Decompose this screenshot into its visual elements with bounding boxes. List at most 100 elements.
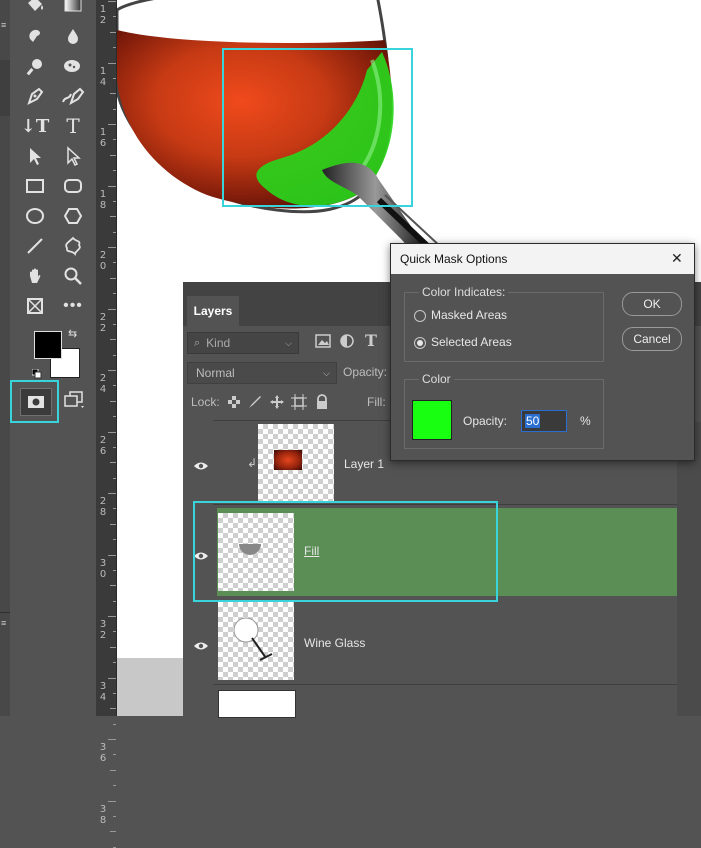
zoom-icon[interactable] — [60, 264, 86, 288]
lock-artboard-icon[interactable] — [291, 394, 307, 410]
hand-icon[interactable] — [22, 264, 48, 288]
ruler-tick — [108, 1, 116, 2]
fill-layer-highlight — [193, 501, 498, 602]
layer-filter-dropdown[interactable]: ⌕ Kind ⌵ — [187, 332, 299, 354]
ruler-number: 3 — [99, 619, 107, 630]
mask-color-swatch[interactable] — [412, 400, 452, 440]
ruler-tick — [110, 585, 116, 587]
path-selection-icon[interactable] — [22, 144, 48, 168]
ruler-tick — [110, 31, 116, 33]
lock-all-icon[interactable] — [315, 394, 329, 410]
ruler-tick — [113, 508, 116, 510]
dodge-icon[interactable] — [22, 54, 48, 78]
ruler-number: 1 — [99, 65, 107, 77]
ruler-number: 2 — [99, 311, 107, 323]
lock-pixels-icon[interactable] — [247, 394, 263, 410]
ruler-number: 2 — [99, 373, 107, 384]
ruler-tick — [113, 600, 116, 602]
custom-shape-icon[interactable] — [60, 234, 86, 258]
ruler-tick — [113, 16, 116, 18]
ruler-number: 4 — [99, 76, 107, 88]
lock-position-icon[interactable] — [269, 394, 285, 410]
ruler-tick — [108, 616, 116, 617]
filter-type-icon[interactable]: T — [365, 331, 381, 350]
panel-collapse-strip[interactable]: ≡ ≡ — [0, 0, 10, 716]
ok-button[interactable]: OK — [622, 292, 682, 316]
eye-icon[interactable] — [193, 638, 209, 650]
ruler-tick — [113, 723, 116, 725]
ruler-number: 4 — [99, 384, 107, 395]
ruler-tick — [113, 108, 116, 110]
eye-icon[interactable] — [193, 458, 209, 470]
frame-icon[interactable] — [22, 294, 48, 318]
selected-areas-radio[interactable] — [414, 337, 426, 349]
masked-areas-radio[interactable] — [414, 310, 426, 322]
rounded-rectangle-icon[interactable] — [60, 174, 86, 198]
layer-row-wine-glass[interactable]: Wine Glass — [183, 600, 677, 684]
clipping-arrow-icon: ↲ — [247, 456, 258, 470]
layers-scrollbar[interactable] — [677, 422, 701, 716]
horizontal-type-icon[interactable]: T — [60, 114, 86, 138]
pen-icon[interactable] — [22, 84, 48, 108]
direct-selection-icon[interactable] — [60, 144, 86, 168]
more-tools-icon[interactable]: ••• — [60, 294, 86, 318]
ellipse-icon[interactable] — [22, 204, 48, 228]
quick-mask-options-dialog: Quick Mask Options ✕ Color Indicates: Ma… — [390, 243, 695, 461]
line-icon[interactable] — [22, 234, 48, 258]
gradient-icon[interactable] — [60, 0, 86, 16]
paint-bucket-icon[interactable] — [22, 0, 48, 16]
tab-layers[interactable]: Layers — [187, 296, 239, 326]
ruler-tick — [108, 739, 116, 740]
layer-name[interactable]: Layer 1 — [344, 457, 384, 471]
blend-mode-dropdown[interactable]: Normal ⌵ — [187, 362, 337, 384]
ruler-tick — [108, 124, 116, 125]
ruler-tick — [113, 631, 116, 633]
filter-adjustment-icon[interactable] — [339, 334, 355, 348]
rectangle-icon[interactable] — [22, 174, 48, 198]
ruler-tick — [113, 231, 116, 233]
lock-transparent-icon[interactable] — [227, 395, 241, 409]
color-indicates-group — [404, 292, 604, 362]
smudge-icon[interactable] — [22, 24, 48, 48]
vertical-ruler[interactable]: 1214161820222426283032343638 — [96, 0, 117, 848]
ruler-number: 8 — [99, 199, 107, 211]
ruler-tick — [108, 370, 116, 371]
foreground-color-swatch[interactable] — [34, 331, 62, 359]
dialog-titlebar[interactable]: Quick Mask Options ✕ — [391, 244, 694, 274]
ruler-tick — [113, 692, 116, 694]
freeform-pen-icon[interactable] — [60, 84, 86, 108]
ruler-tick — [108, 677, 116, 679]
ruler-tick — [108, 62, 116, 64]
ruler-number: 6 — [99, 138, 107, 149]
cancel-button[interactable]: Cancel — [622, 327, 682, 351]
default-colors-icon[interactable] — [31, 366, 42, 379]
ruler-tick — [110, 400, 116, 402]
blend-mode-label: Normal — [196, 366, 235, 380]
filter-kind-label: Kind — [206, 336, 231, 350]
grip-icon[interactable]: ≡ — [1, 21, 9, 32]
layer-thumbnail — [258, 424, 334, 502]
filter-image-icon[interactable] — [315, 334, 331, 348]
ruler-tick — [113, 77, 116, 79]
ruler-number: 2 — [99, 250, 107, 261]
ruler-number: 4 — [99, 691, 107, 703]
polygon-icon[interactable] — [60, 204, 86, 228]
ruler-tick — [108, 431, 116, 433]
screen-mode-icon[interactable] — [62, 390, 86, 410]
grip-icon[interactable]: ≡ — [1, 619, 9, 630]
blur-drop-icon[interactable] — [60, 24, 86, 48]
ruler-tick — [110, 831, 116, 833]
opacity-value[interactable]: 50 — [525, 414, 541, 428]
ruler-tick — [110, 708, 116, 710]
swap-colors-icon[interactable]: ⇆ — [68, 328, 80, 340]
ruler-tick — [113, 662, 116, 664]
close-icon[interactable]: ✕ — [671, 250, 683, 267]
layer-name[interactable]: Wine Glass — [304, 636, 365, 650]
quick-mask-highlight — [10, 380, 59, 423]
vertical-type-icon[interactable]: ↓T — [21, 114, 49, 138]
ruler-tick — [113, 47, 116, 49]
sponge-icon[interactable] — [60, 54, 86, 78]
opacity-input[interactable]: 50 — [521, 410, 567, 432]
masked-areas-label[interactable]: Masked Areas — [431, 308, 507, 322]
selected-areas-label[interactable]: Selected Areas — [431, 335, 512, 349]
